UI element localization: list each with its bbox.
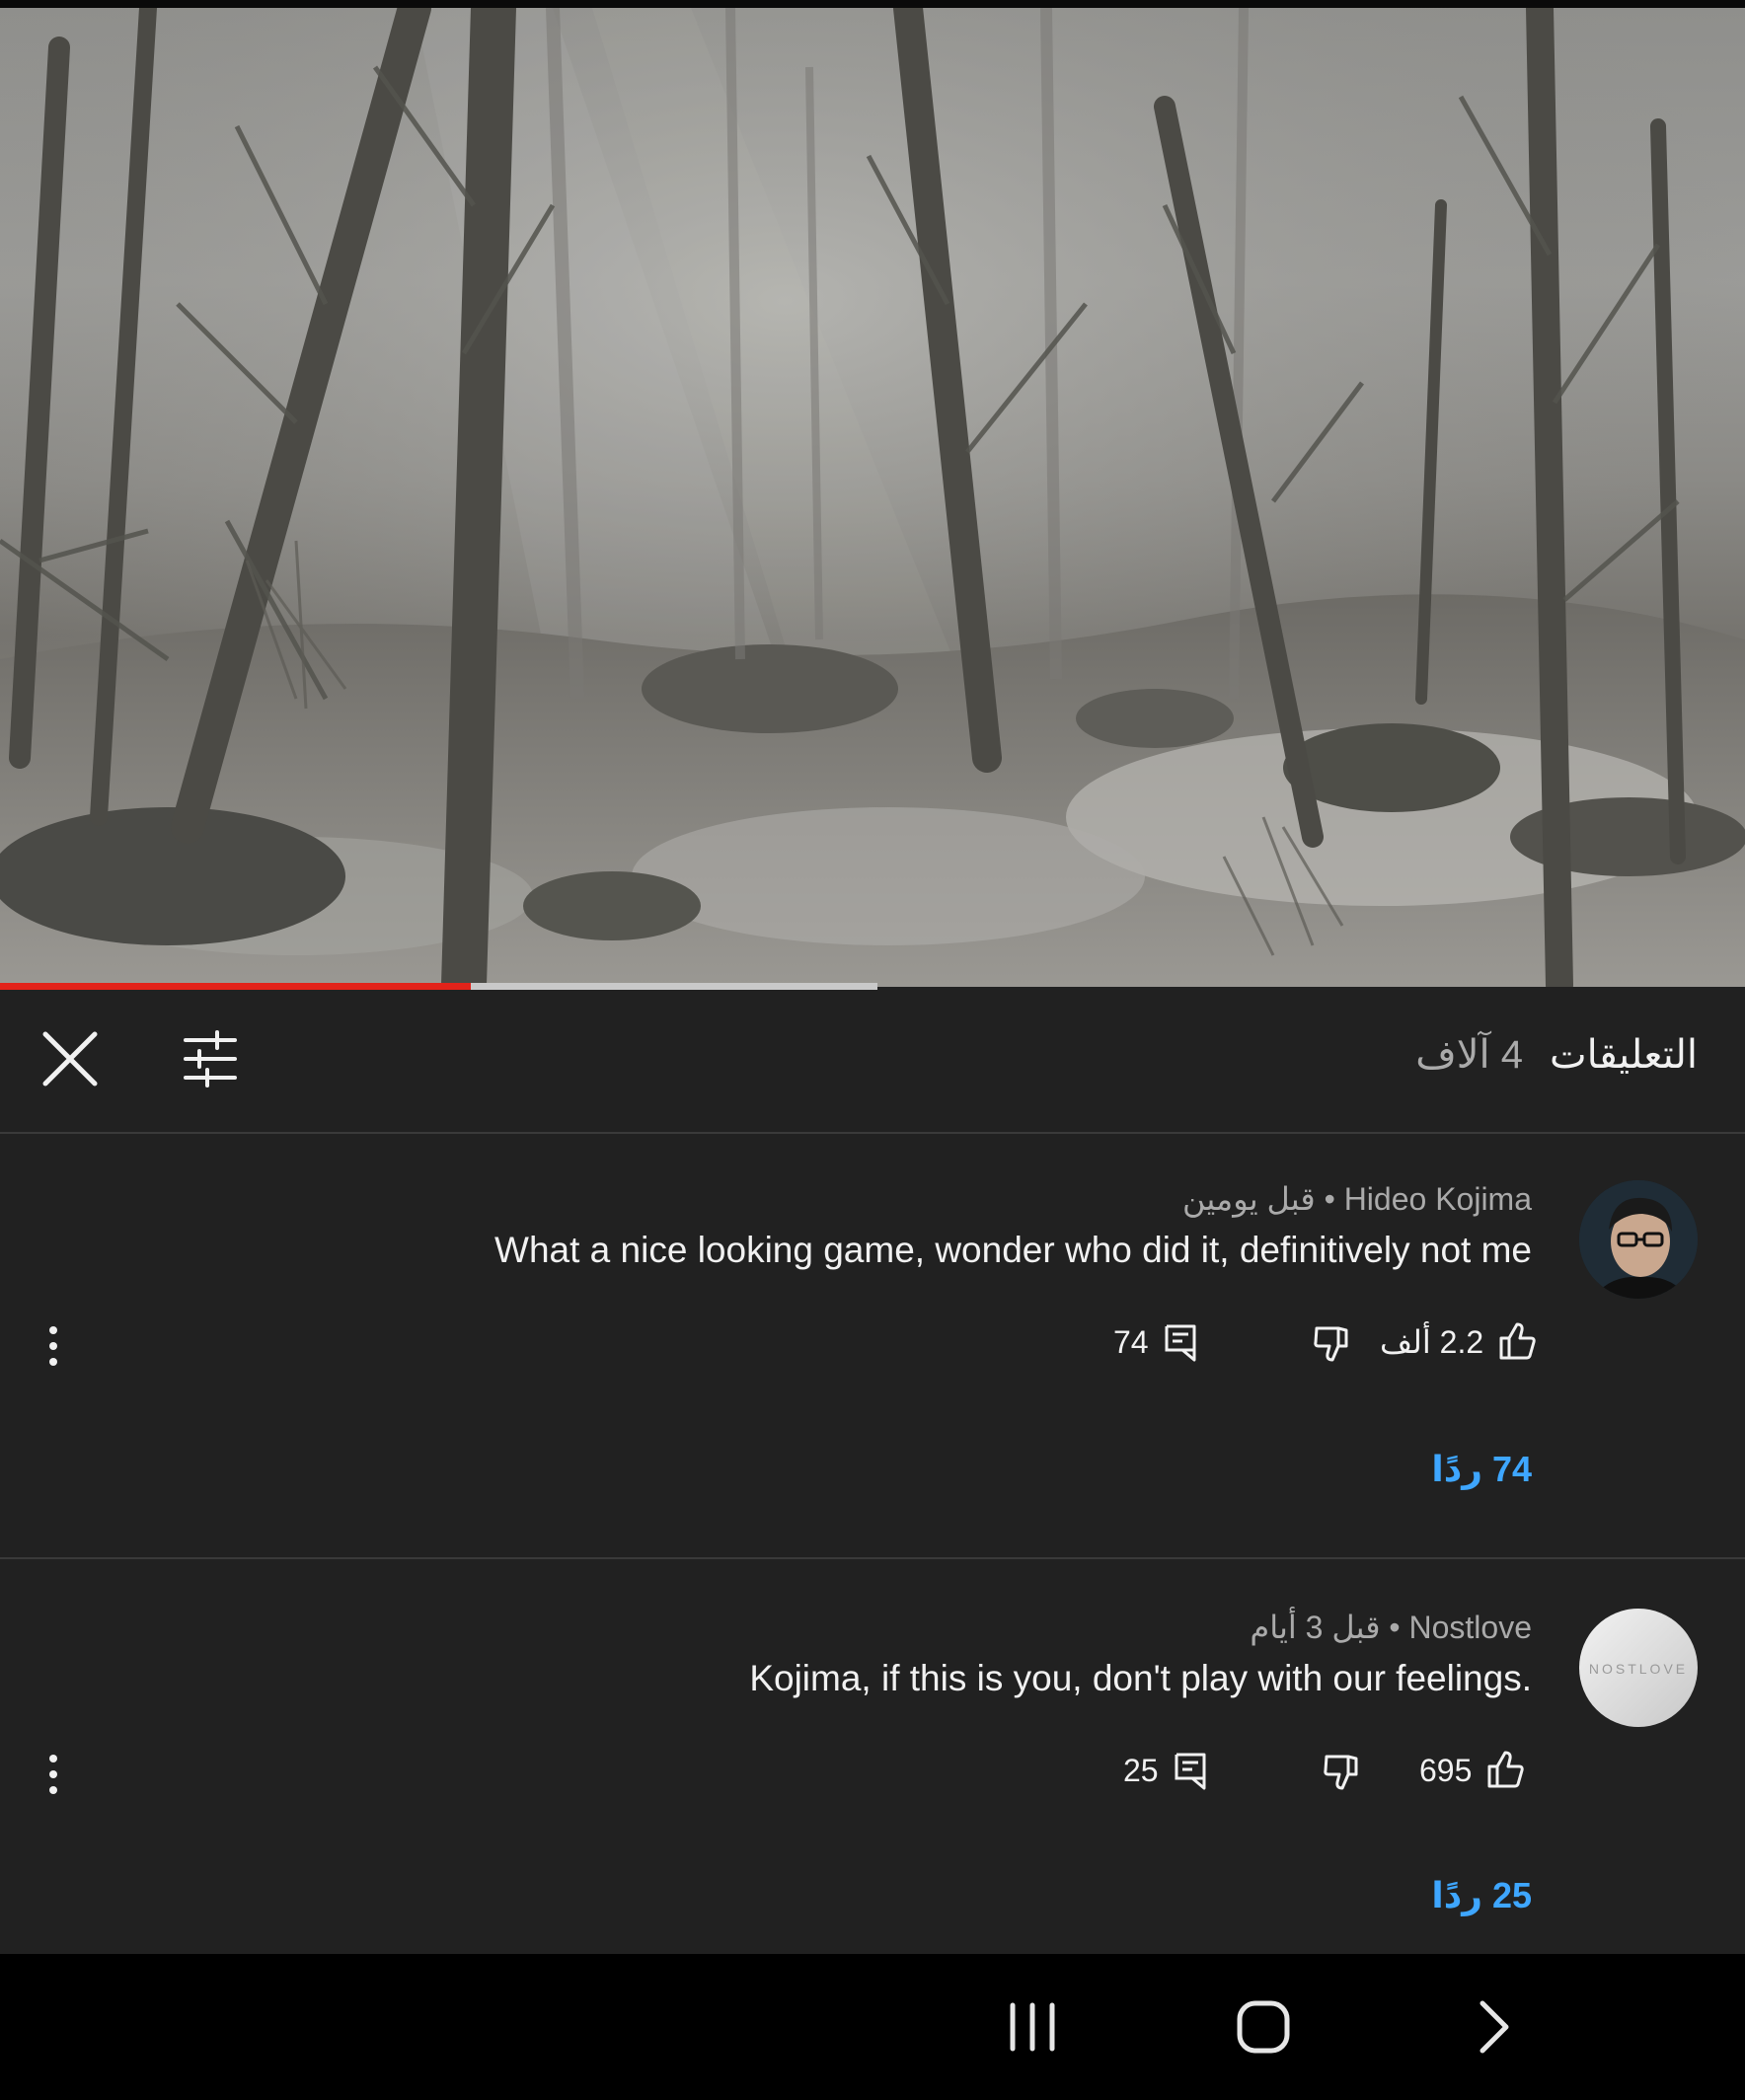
comment-meta: قبل 3 أيام • Nostlove bbox=[1250, 1609, 1532, 1646]
more-vertical-icon[interactable] bbox=[36, 1751, 71, 1798]
avatar-portrait bbox=[1579, 1180, 1698, 1299]
thumbs-up-icon bbox=[1487, 1751, 1525, 1788]
close-icon[interactable] bbox=[38, 1026, 103, 1091]
meta-separator: • bbox=[1389, 1610, 1401, 1645]
sliders-icon[interactable] bbox=[178, 1026, 243, 1091]
comment-divider bbox=[0, 1557, 1745, 1559]
like-count: 695 bbox=[1419, 1752, 1473, 1788]
avatar-logo: NOSTLOVE bbox=[1589, 1661, 1688, 1677]
thumbs-down-icon bbox=[1314, 1326, 1348, 1362]
video-frame-forest bbox=[0, 8, 1745, 987]
comments-title: التعليقات bbox=[1549, 1033, 1698, 1077]
comment-text: Kojima, if this is you, don't play with … bbox=[749, 1658, 1532, 1698]
status-strip bbox=[0, 0, 1745, 8]
comment-author[interactable]: Hideo Kojima bbox=[1344, 1181, 1532, 1217]
svg-text:NOSTLOVE: NOSTLOVE bbox=[1589, 1661, 1688, 1677]
dislike-button[interactable] bbox=[1323, 1751, 1362, 1790]
reply-count: 25 bbox=[1123, 1752, 1159, 1788]
back-icon[interactable] bbox=[1475, 1999, 1514, 2055]
video-progress-bar[interactable] bbox=[0, 983, 471, 990]
comment-text: What a nice looking game, wonder who did… bbox=[494, 1230, 1532, 1270]
header-divider bbox=[0, 1132, 1745, 1134]
thumbs-up-icon bbox=[1499, 1322, 1536, 1360]
like-button[interactable]: 2.2 ألف bbox=[1380, 1322, 1537, 1362]
comment-time: قبل 3 أيام bbox=[1250, 1610, 1381, 1645]
view-replies-link[interactable]: 25 ردًا bbox=[1431, 1875, 1532, 1916]
meta-separator: • bbox=[1324, 1181, 1335, 1217]
avatar[interactable]: NOSTLOVE bbox=[1579, 1609, 1698, 1727]
dislike-button[interactable] bbox=[1313, 1322, 1352, 1362]
home-icon[interactable] bbox=[1236, 1999, 1291, 2055]
thumbs-down-icon bbox=[1324, 1755, 1358, 1790]
comment-meta: قبل يومين • Hideo Kojima bbox=[1182, 1180, 1532, 1218]
like-count: 2.2 ألف bbox=[1380, 1324, 1484, 1360]
comments-count: 4 آلاف bbox=[1415, 1033, 1523, 1077]
recent-apps-icon[interactable] bbox=[1005, 2001, 1060, 2053]
comment-time: قبل يومين bbox=[1182, 1181, 1316, 1217]
more-vertical-icon[interactable] bbox=[36, 1322, 71, 1370]
view-replies-link[interactable]: 74 ردًا bbox=[1431, 1449, 1532, 1490]
avatar[interactable] bbox=[1579, 1180, 1698, 1299]
comment-author[interactable]: Nostlove bbox=[1409, 1610, 1533, 1645]
comment-icon bbox=[1175, 1753, 1206, 1790]
reply-count: 74 bbox=[1113, 1323, 1149, 1360]
reply-button[interactable]: 25 bbox=[1123, 1751, 1208, 1790]
video-player[interactable] bbox=[0, 8, 1745, 987]
reply-button[interactable]: 74 bbox=[1113, 1322, 1198, 1362]
like-button[interactable]: 695 bbox=[1419, 1751, 1525, 1790]
comment-icon bbox=[1165, 1324, 1196, 1362]
